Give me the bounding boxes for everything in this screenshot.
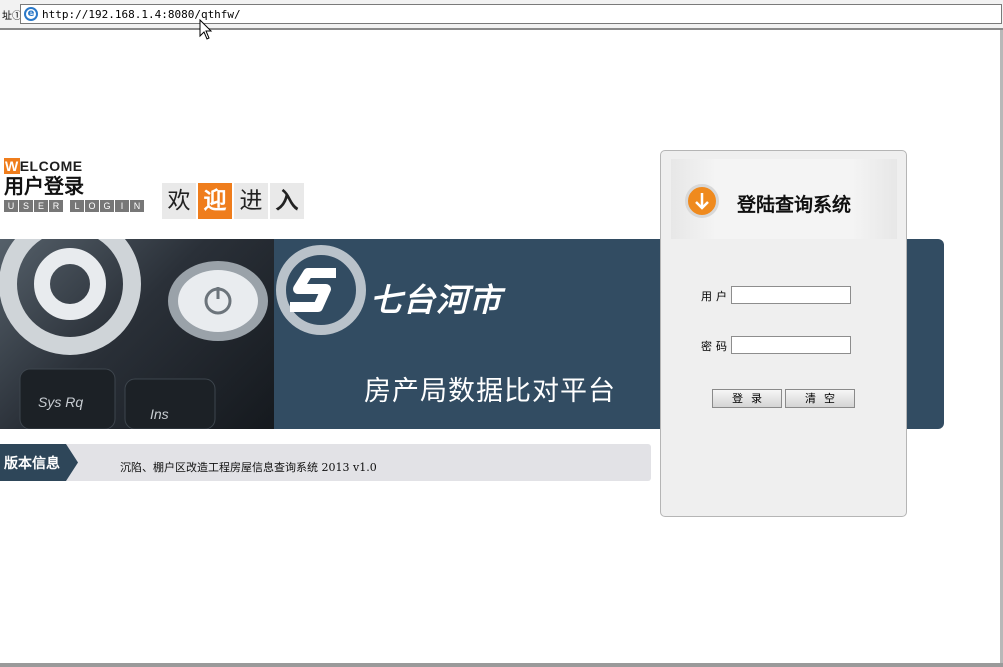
welcome-enter-tiles: 欢 迎 进 入	[162, 183, 306, 219]
address-label: 址①	[2, 11, 22, 22]
login-button[interactable]: 登录	[712, 389, 782, 408]
address-bar: 址① e http://192.168.1.4:8080/qthfw/	[0, 0, 1003, 30]
address-input[interactable]: e http://192.168.1.4:8080/qthfw/	[20, 4, 1002, 24]
welcome-initial: W	[4, 158, 20, 174]
password-label: 密码	[701, 340, 731, 353]
welcome-chinese: 用户登录	[4, 174, 84, 198]
letter-tile: R	[49, 200, 63, 212]
login-panel: 登陆查询系统 用户 密码 登录 清空	[660, 150, 907, 517]
key-label: Ins	[150, 406, 169, 422]
letter-tile: N	[130, 200, 144, 212]
letter-tile: L	[70, 200, 84, 212]
enter-char: 入	[270, 183, 304, 219]
letter-tile: E	[34, 200, 48, 212]
letter-tile: O	[85, 200, 99, 212]
arrow-down-icon	[685, 184, 719, 218]
window-bottom-edge	[0, 663, 1003, 667]
welcome-english: WELCOME	[4, 158, 154, 174]
at-sign-icon	[0, 239, 141, 355]
enter-char: 欢	[162, 183, 196, 219]
key-label: Sys Rq	[38, 394, 83, 410]
letter-tile: I	[115, 200, 129, 212]
version-text: 沉陷、棚户区改造工程房屋信息查询系统 2013 v1.0	[120, 461, 377, 474]
power-button-icon	[168, 261, 268, 341]
username-input[interactable]	[731, 286, 851, 304]
version-info-bar: 版本信息 沉陷、棚户区改造工程房屋信息查询系统 2013 v1.0	[0, 444, 651, 481]
user-login-letters: U S E R L O G I N	[4, 200, 154, 212]
clear-button[interactable]: 清空	[785, 389, 855, 408]
platform-title: 房产局数据比对平台	[364, 376, 616, 407]
keyboard-illustration: Sys Rq Ins	[0, 239, 268, 429]
welcome-logo: WELCOME 用户登录 U S E R L O G I N	[4, 158, 154, 222]
ie-page-icon: e	[24, 7, 38, 21]
letter-gap	[64, 200, 69, 212]
keyboard-photo: Sys Rq Ins	[0, 239, 274, 429]
username-label: 用户	[701, 290, 731, 303]
enter-char: 进	[234, 183, 268, 219]
letter-tile: S	[19, 200, 33, 212]
password-input[interactable]	[731, 336, 851, 354]
mouse-cursor-icon	[199, 19, 213, 40]
welcome-rest: ELCOME	[19, 158, 83, 174]
login-title: 登陆查询系统	[737, 194, 852, 216]
letter-tile: U	[4, 200, 18, 212]
city-name: 七台河市	[370, 281, 503, 319]
version-tab-label: 版本信息	[4, 456, 60, 472]
enter-char-highlight: 迎	[198, 183, 232, 219]
letter-tile: G	[100, 200, 114, 212]
city-logo-icon	[276, 245, 366, 335]
